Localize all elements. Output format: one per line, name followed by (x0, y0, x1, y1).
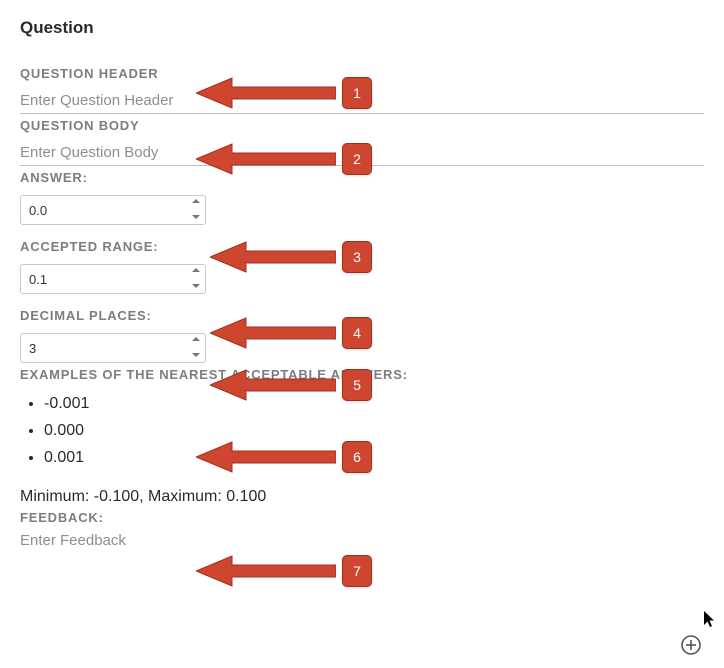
accepted-range-input[interactable] (20, 264, 206, 294)
accepted-range-label: ACCEPTED RANGE: (20, 239, 704, 254)
question-body-input[interactable] (20, 137, 704, 166)
answer-input[interactable] (20, 195, 206, 225)
stepper-icon[interactable] (192, 268, 200, 288)
decimal-places-input[interactable] (20, 333, 206, 363)
answer-label: ANSWER: (20, 170, 704, 185)
stepper-icon[interactable] (192, 199, 200, 219)
plus-circle-icon (680, 634, 702, 656)
question-header-label: QUESTION HEADER (20, 66, 704, 81)
add-button[interactable] (680, 634, 702, 656)
arrow-icon (196, 554, 336, 588)
examples-label: EXAMPLES OF THE NEAREST ACCEPTABLE ANSWE… (20, 367, 704, 382)
examples-list: -0.001 0.000 0.001 (20, 390, 704, 472)
feedback-input[interactable] (20, 525, 704, 553)
callout-badge: 7 (342, 555, 372, 587)
list-item: 0.000 (44, 417, 704, 444)
decimal-places-label: DECIMAL PLACES: (20, 308, 704, 323)
list-item: -0.001 (44, 390, 704, 417)
question-header-input[interactable] (20, 85, 704, 114)
page-title: Question (20, 18, 704, 38)
list-item: 0.001 (44, 444, 704, 471)
stepper-icon[interactable] (192, 337, 200, 357)
cursor-icon (704, 611, 716, 630)
feedback-label: FEEDBACK: (20, 510, 704, 525)
question-body-label: QUESTION BODY (20, 118, 704, 133)
minmax-text: Minimum: -0.100, Maximum: 0.100 (20, 488, 704, 506)
callout-7: 7 (196, 554, 372, 588)
